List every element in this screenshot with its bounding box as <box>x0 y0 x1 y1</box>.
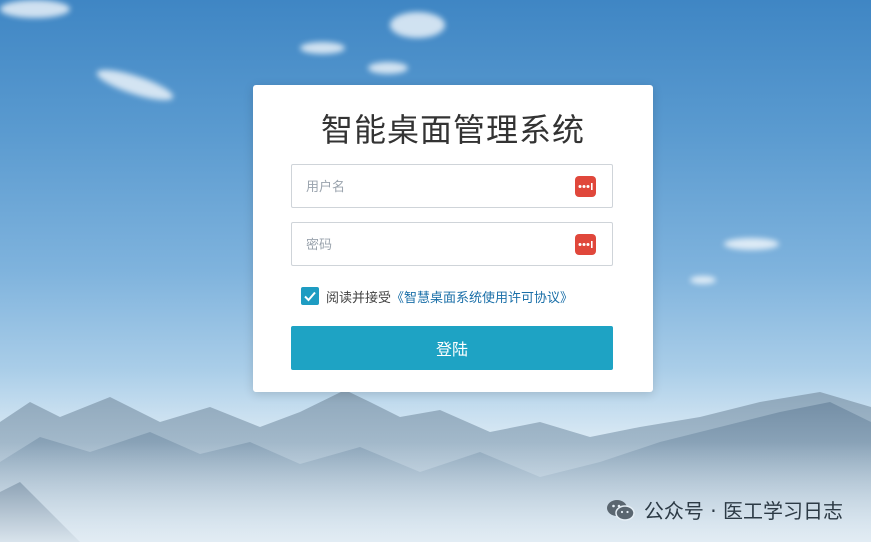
cloud <box>690 276 716 284</box>
watermark: 公众号 · 医工学习日志 <box>606 495 843 524</box>
login-card: 智能桌面管理系统 用户名 阅读并接受 《智慧桌面系统使用许可协议》 登陆 <box>253 85 653 392</box>
login-background: 智能桌面管理系统 用户名 阅读并接受 《智慧桌面系统使用许可协议》 登陆 公众号… <box>0 0 871 542</box>
password-key-icon[interactable] <box>575 176 596 197</box>
login-button[interactable]: 登陆 <box>291 326 613 370</box>
agree-checkbox[interactable] <box>301 287 319 305</box>
cloud <box>0 0 70 18</box>
cloud <box>724 238 779 250</box>
password-input[interactable] <box>304 223 568 267</box>
cloud <box>368 62 408 74</box>
username-input[interactable] <box>304 165 568 209</box>
license-agreement-link[interactable]: 《智慧桌面系统使用许可协议》 <box>391 287 573 306</box>
watermark-text: 公众号 · 医工学习日志 <box>643 499 843 523</box>
password-field[interactable] <box>291 222 613 267</box>
agree-label: 阅读并接受 <box>326 290 392 306</box>
username-field[interactable] <box>291 164 613 209</box>
password-key-icon[interactable] <box>575 234 596 255</box>
cloud <box>390 12 445 38</box>
cloud <box>300 42 345 54</box>
wechat-icon <box>606 499 635 521</box>
app-title: 智能桌面管理系统 <box>320 111 585 149</box>
check-icon <box>304 291 316 302</box>
agreement-row: 阅读并接受 《智慧桌面系统使用许可协议》 <box>301 286 573 306</box>
cloud <box>94 64 176 106</box>
